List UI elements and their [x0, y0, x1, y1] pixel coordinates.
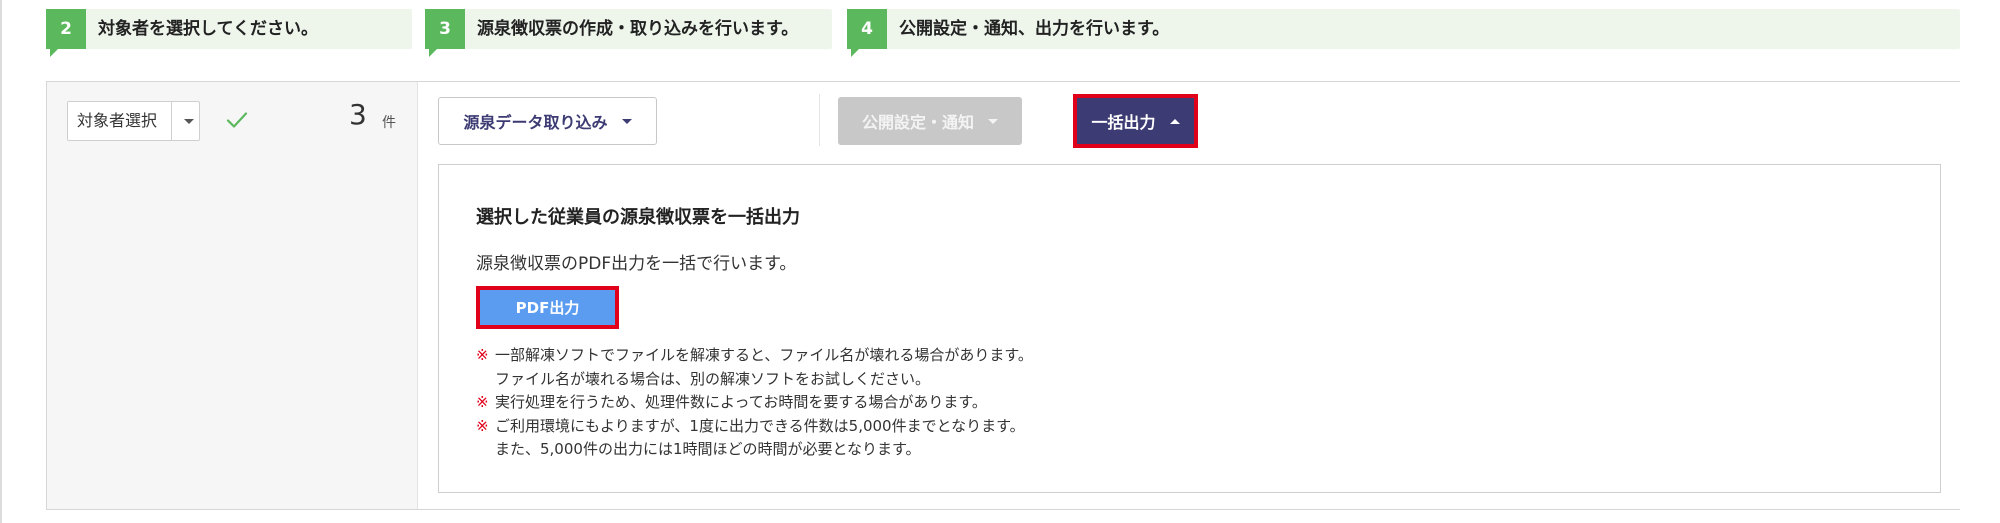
selected-count: 3 — [349, 98, 367, 131]
note-text: また、5,000件の出力には1時間ほどの時間が必要となります。 — [495, 440, 921, 459]
pdf-output-button[interactable]: PDF出力 — [480, 290, 615, 325]
chevron-up-icon — [1169, 118, 1180, 124]
publish-notify-label: 公開設定・通知 — [861, 113, 974, 132]
note-text: ファイル名が壊れる場合は、別の解凍ソフトをお試しください。 — [495, 369, 931, 388]
bulk-output-panel: 選択した従業員の源泉徴収票を一括出力 源泉徴収票のPDF出力を一括で行います。 … — [438, 164, 1941, 493]
step-label: 対象者を選択してください。 — [98, 19, 318, 39]
step-4-header: 4 公開設定・通知、出力を行います。 — [847, 9, 1960, 57]
note-item: ※ 実行処理を行うため、処理件数によってお時間を要する場合があります。 — [476, 391, 1033, 415]
pdf-output-label: PDF出力 — [515, 299, 580, 317]
import-data-button[interactable]: 源泉データ取り込み — [438, 97, 657, 145]
bulk-output-label: 一括出力 — [1091, 113, 1156, 132]
toolbar-divider — [819, 94, 820, 146]
step-2-header: 2 対象者を選択してください。 — [46, 9, 412, 57]
selected-count-unit: 件 — [382, 115, 396, 131]
step-label: 源泉徴収票の作成・取り込みを行います。 — [477, 19, 799, 39]
step-label: 公開設定・通知、出力を行います。 — [899, 19, 1170, 39]
note-text: ご利用環境にもよりますが、1度に出力できる件数は5,000件までとなります。 — [495, 416, 1025, 435]
note-mark: ※ — [476, 416, 489, 435]
notes-list: ※ 一部解凍ソフトでファイルを解凍すると、ファイル名が壊れる場合があります。 フ… — [476, 344, 1033, 462]
note-text: 一部解凍ソフトでファイルを解凍すると、ファイル名が壊れる場合があります。 — [495, 346, 1033, 364]
note-mark: ※ — [476, 346, 489, 364]
step-number: 3 — [425, 9, 465, 57]
panel-description: 源泉徴収票のPDF出力を一括で行います。 — [476, 254, 797, 274]
check-icon — [226, 112, 248, 128]
dropdown-separator — [171, 102, 172, 140]
target-select-label: 対象者選択 — [77, 111, 158, 130]
target-select-dropdown[interactable]: 対象者選択 — [67, 101, 200, 141]
note-text: 実行処理を行うため、処理件数によってお時間を要する場合があります。 — [495, 393, 987, 412]
page-left-border — [0, 0, 2, 523]
bulk-output-button[interactable]: 一括出力 — [1077, 98, 1194, 144]
step-3-header: 3 源泉徴収票の作成・取り込みを行います。 — [425, 9, 832, 57]
note-item: ※ ご利用環境にもよりますが、1度に出力できる件数は5,000件までとなります。 — [476, 415, 1033, 439]
panel-title: 選択した従業員の源泉徴収票を一括出力 — [476, 207, 800, 228]
pdf-button-highlight: PDF出力 — [476, 286, 619, 329]
action-area: 源泉データ取り込み 公開設定・通知 一括出力 選択した従業員の源泉徴収票を一括出… — [418, 82, 1960, 509]
main-panel: 対象者選択 3 件 源泉データ取り込み 公開設定・通知 一括出力 選択した従業員… — [46, 81, 1960, 510]
note-item: ファイル名が壊れる場合は、別の解凍ソフトをお試しください。 — [476, 368, 1033, 392]
import-data-label: 源泉データ取り込み — [463, 113, 608, 132]
step-number: 4 — [847, 9, 887, 57]
chevron-down-icon — [988, 118, 998, 124]
publish-notify-button[interactable]: 公開設定・通知 — [838, 97, 1022, 145]
note-item: ※ 一部解凍ソフトでファイルを解凍すると、ファイル名が壊れる場合があります。 — [476, 344, 1033, 368]
note-item: また、5,000件の出力には1時間ほどの時間が必要となります。 — [476, 438, 1033, 462]
step-number: 2 — [46, 9, 86, 57]
bulk-output-highlight: 一括出力 — [1073, 94, 1198, 148]
note-mark: ※ — [476, 393, 489, 412]
chevron-down-icon[interactable] — [178, 102, 200, 140]
chevron-down-icon — [621, 118, 632, 124]
